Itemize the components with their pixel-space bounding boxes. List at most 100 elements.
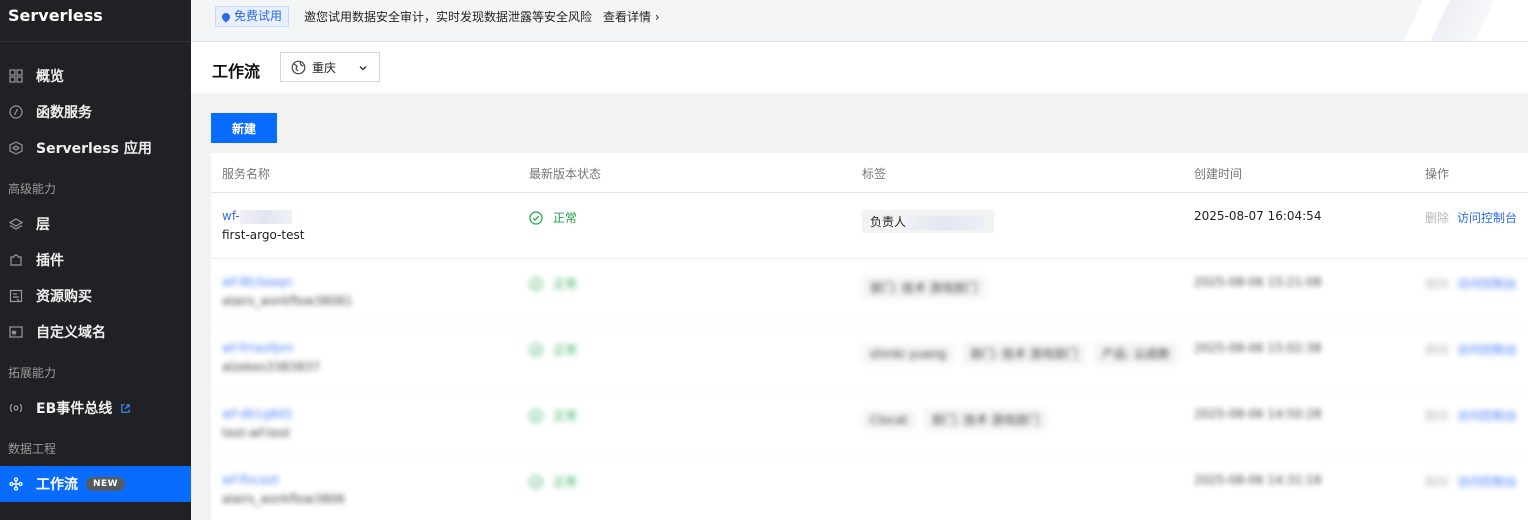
tags-cell: 部门: 技术 游戏部门 [862,276,994,299]
status-badge: 正常 [529,275,577,292]
check-circle-icon [529,276,543,291]
section-advanced: 高级能力 [8,182,57,196]
event-bus-icon [8,400,24,416]
tag-label: 负责人 [870,215,907,229]
service-id-link[interactable]: wf-flxcezt [222,473,279,487]
page-title: 工作流 [212,62,261,81]
sidebar-item-label: 函数服务 [36,105,92,121]
status-text: 正常 [553,343,578,357]
console-link[interactable]: 访问控制台 [1457,211,1517,225]
status-text: 正常 [553,277,578,291]
sidebar-item-label: 自定义域名 [36,325,106,341]
section-extension: 拓展能力 [8,366,57,380]
sidebar-item-overview[interactable]: 概览 [0,58,191,94]
console-link[interactable]: 访问控制台 [1457,277,1517,291]
check-circle-icon [529,474,543,489]
tag-chip: shinki yuang [862,344,955,364]
free-trial-tag[interactable]: 免费试用 [215,6,290,27]
sidebar-item-plugins[interactable]: 插件 [0,242,191,278]
sidebar-item-label: 概览 [36,69,64,85]
delete-button[interactable]: 删除 [1425,277,1449,291]
redacted-mask [906,215,987,230]
drop-icon [220,10,232,23]
tag-chip: 负责人 [862,210,995,233]
service-id-link[interactable]: wf-db1g8d1 [222,407,293,421]
region-select[interactable]: 重庆 [280,52,380,82]
status-text: 正常 [553,211,578,225]
column-header: 服务名称 [222,167,271,181]
tags-cell: 负责人 [862,210,1002,233]
page-header: 工作流 重庆 [191,42,1528,93]
service-id-link[interactable]: wf- [222,209,240,223]
status-badge: 正常 [529,341,577,358]
sidebar-item-event-bus[interactable]: EB事件总线 [0,390,191,426]
tag-chip: 产品: 云函数 [1093,342,1178,365]
delete-button[interactable]: 删除 [1425,409,1449,423]
sidebar-item-label: 工作流 [36,477,78,493]
console-link[interactable]: 访问控制台 [1457,343,1517,357]
globe-icon [291,60,306,75]
layers-icon [8,216,24,232]
sidebar-item-workflow[interactable]: 工作流 NEW [0,466,191,502]
tag-chip: 部门: 技术 游戏部门 [923,408,1048,431]
workflow-icon [8,476,24,492]
external-link-icon[interactable] [120,403,131,414]
app-icon [8,140,24,156]
table-row: wf-db1g8d1 test-wf-test 正常 Clocat 部门: 技术 … [211,391,1528,457]
banner-text: 邀您试用数据安全审计，实时发现数据泄露等安全风险 [304,10,593,24]
tags-cell: Clocat 部门: 技术 游戏部门 [862,408,1055,431]
status-badge: 正常 [529,209,577,226]
function-icon [8,104,24,120]
service-id-cell[interactable]: wf- [222,209,292,224]
service-name: alzekes3383837 [222,360,320,374]
purchase-icon [8,288,24,304]
column-header: 标签 [862,167,887,181]
console-link[interactable]: 访问控制台 [1457,475,1517,489]
sidebar-item-label: 插件 [36,253,64,269]
tags-cell: shinki yuang 部门: 技术 游戏部门 产品: 云函数 [862,342,1186,365]
check-circle-icon [529,210,543,225]
sidebar-item-label: EB事件总线 [36,401,113,417]
created-time: 2025-08-06 15:02:38 [1194,341,1322,355]
status-badge: 正常 [529,407,577,424]
sidebar-item-domains[interactable]: 自定义域名 [0,314,191,350]
service-name: test-wf-test [222,426,291,440]
service-id-link[interactable]: wf-frnezfpm [222,341,293,355]
service-name: first-argo-test [222,228,305,242]
created-time: 2025-08-07 16:04:54 [1194,209,1322,223]
banner-decoration [1368,0,1528,41]
sidebar-item-layers[interactable]: 层 [0,206,191,242]
sidebar-item-serverless-app[interactable]: Serverless 应用 [0,130,191,166]
console-link[interactable]: 访问控制台 [1457,409,1517,423]
grid-icon [8,68,24,84]
column-header: 创建时间 [1194,167,1243,181]
chevron-down-icon [358,62,368,72]
table-row: wf-frnezfpm alzekes3383837 正常 shinki yua… [211,325,1528,391]
service-name: alairs_workflow38081 [222,294,353,308]
table-header: 服务名称 最新版本状态 标签 创建时间 操作 [211,153,1528,193]
redacted-mask [239,209,292,224]
created-time: 2025-08-06 14:31:18 [1194,473,1322,487]
service-id-link[interactable]: wf-8b3aaqn [222,275,293,289]
delete-button[interactable]: 删除 [1425,211,1449,225]
column-header: 最新版本状态 [529,167,602,181]
table-row: wf-8b3aaqn alairs_workflow38081 正常 部门: 技… [211,259,1528,325]
status-text: 正常 [553,409,578,423]
table-row: wf-flxcezt alairs_workflow3806 正常 2025-0… [211,457,1528,520]
delete-button[interactable]: 删除 [1425,475,1449,489]
domain-icon [8,324,24,340]
tag-chip: 部门: 技术 游戏部门 [962,342,1086,365]
sidebar-item-functions[interactable]: 函数服务 [0,94,191,130]
check-circle-icon [529,408,543,423]
service-name: alairs_workflow3806 [222,492,345,506]
operations-cell: 删除 访问控制台 [1425,275,1517,292]
sidebar-item-purchase[interactable]: 资源购买 [0,278,191,314]
table-row: wf- first-argo-test 正常 负责人 2025-08-07 16… [211,193,1528,259]
new-workflow-button[interactable]: 新建 [211,113,277,143]
view-details-link[interactable]: 查看详情 › [603,8,660,25]
region-value: 重庆 [312,60,337,75]
delete-button[interactable]: 删除 [1425,343,1449,357]
created-time: 2025-08-06 14:50:28 [1194,407,1322,421]
tag-chip: 部门: 技术 游戏部门 [862,276,986,299]
check-circle-icon [529,342,543,357]
